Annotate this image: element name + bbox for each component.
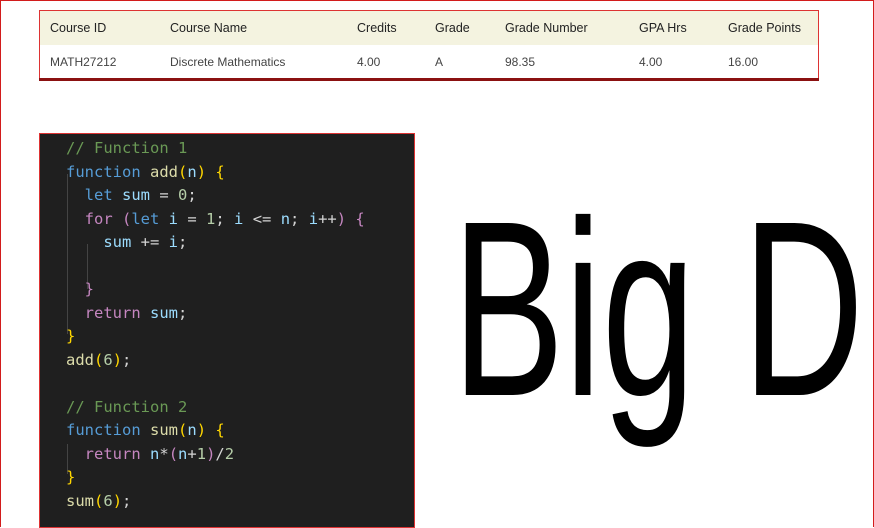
handwriting-big-d: Big D [452, 169, 864, 448]
handwriting-text: Big D [452, 169, 864, 448]
